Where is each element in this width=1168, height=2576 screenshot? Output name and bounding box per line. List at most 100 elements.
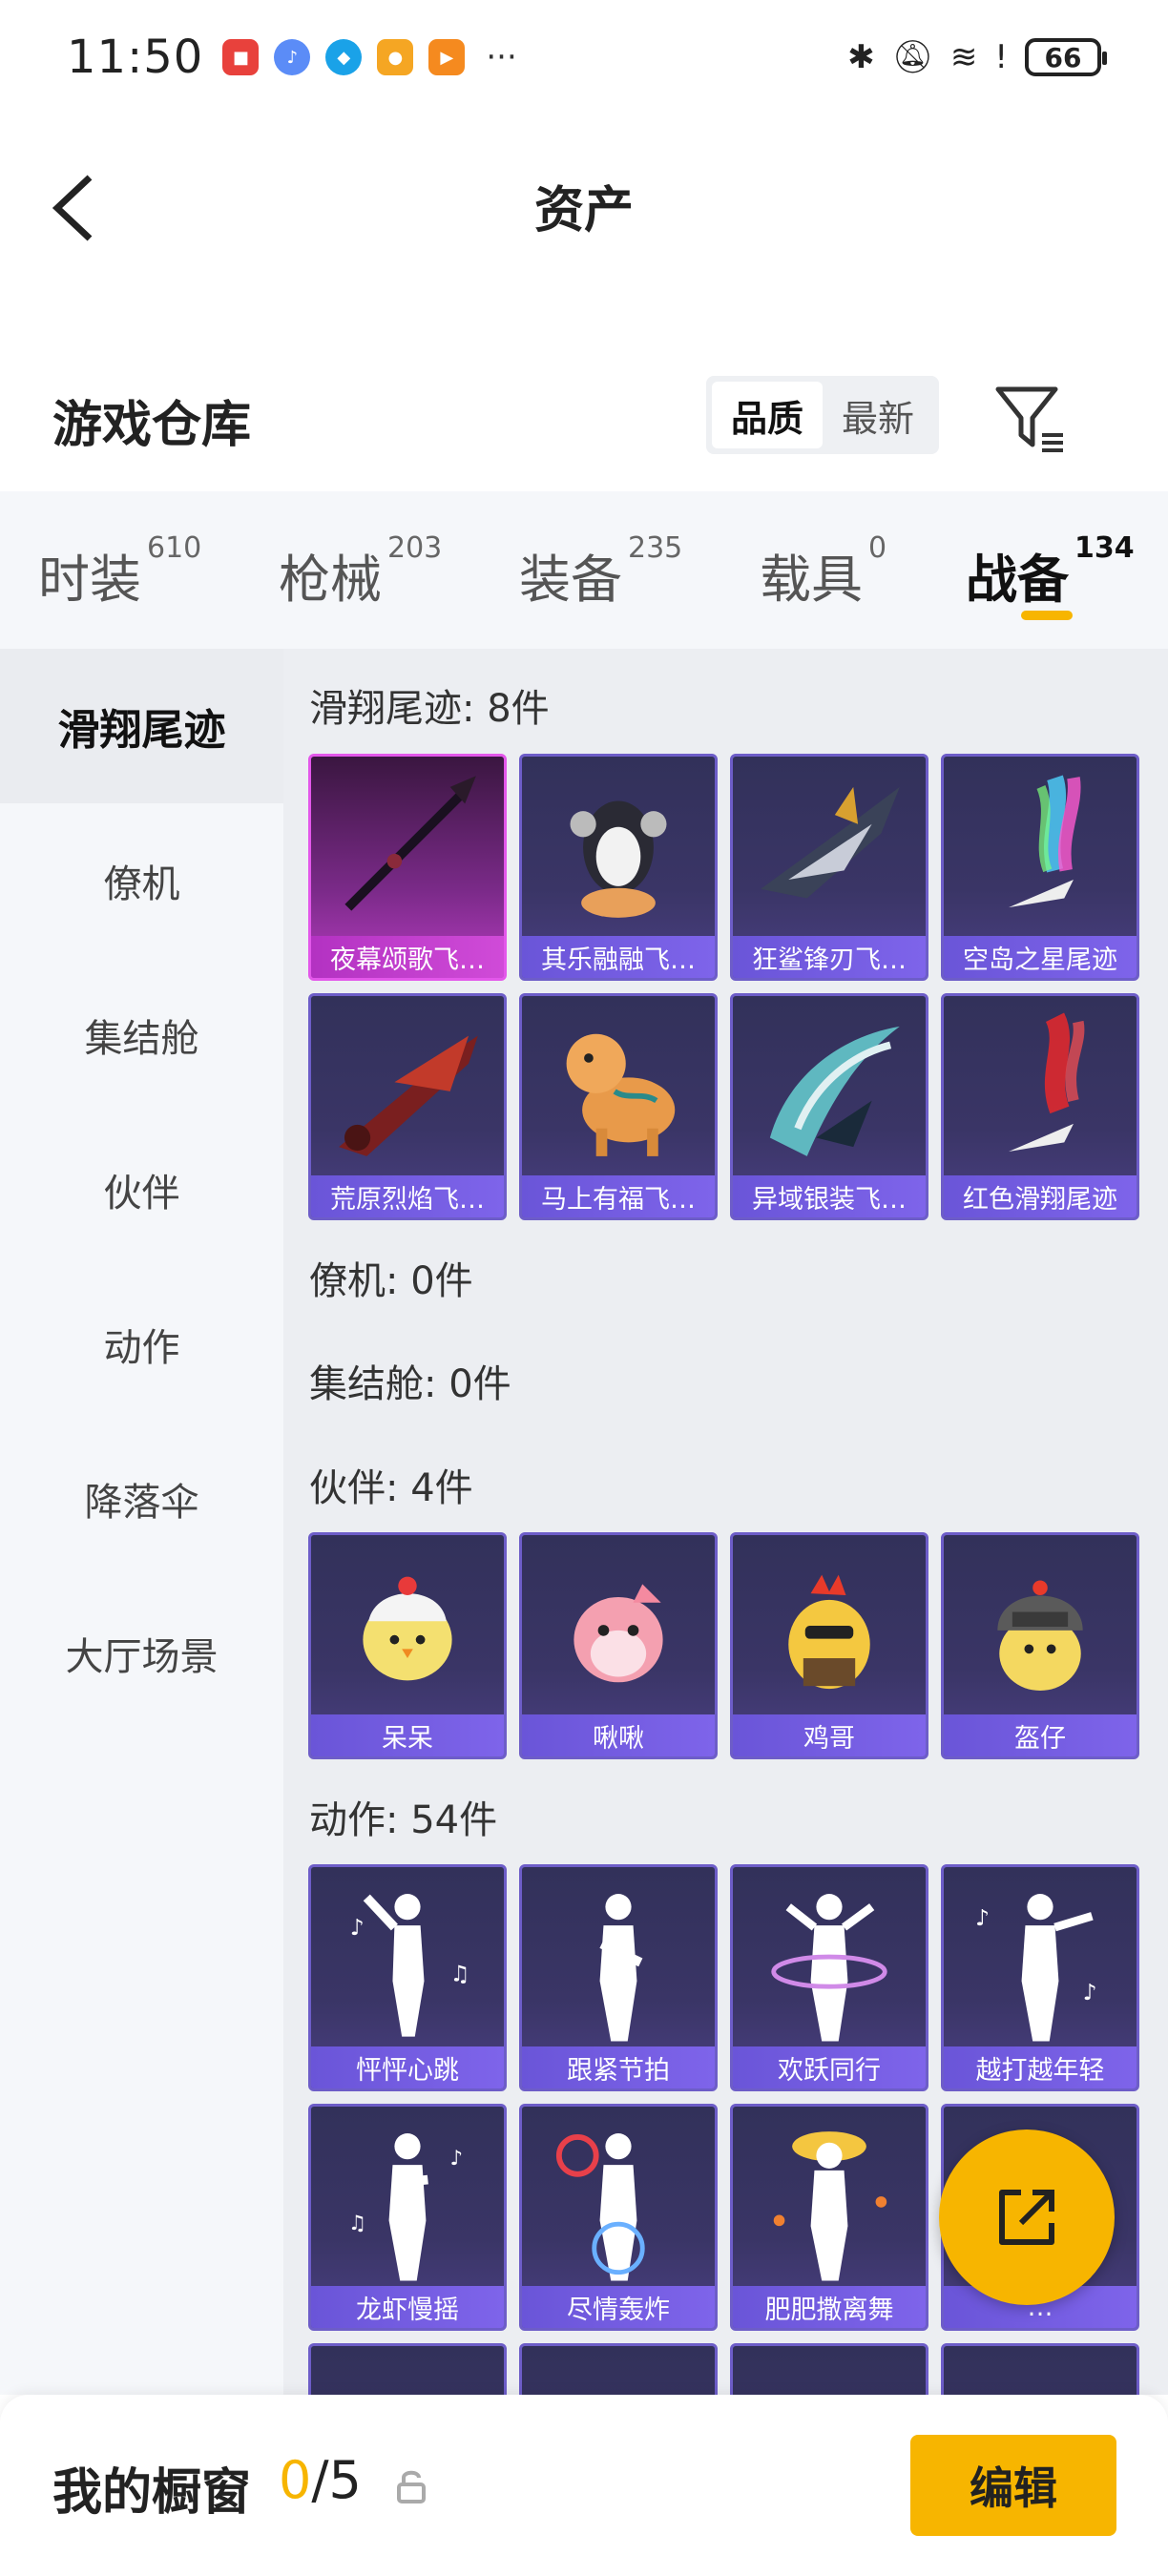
tab-label: 装备 — [519, 550, 622, 610]
item-card[interactable] — [308, 2343, 507, 2395]
system-icons: ✱ 🔕︎ ≋ ! 66 — [847, 38, 1107, 76]
dancer-art-icon: ♪♫ — [348, 2133, 464, 2281]
item-name: 欢跃同行 — [733, 2046, 926, 2088]
category-tabs: 时装610 枪械203 装备235 载具0 战备134 — [0, 491, 1168, 649]
item-card[interactable]: 马上有福飞… — [519, 993, 718, 1220]
side-menu: 滑翔尾迹 僚机 集结舱 伙伴 动作 降落伞 大厅场景 — [0, 649, 283, 2395]
side-item-glide-trail[interactable]: 滑翔尾迹 — [0, 649, 283, 803]
item-card[interactable]: 尽情轰炸 — [519, 2104, 718, 2331]
item-card[interactable] — [519, 2343, 718, 2395]
penguin-art-icon — [570, 800, 667, 918]
spear-art-icon — [344, 776, 476, 911]
side-item-parachute[interactable]: 降落伞 — [0, 1422, 283, 1576]
coffee-app-icon: ● — [377, 39, 414, 75]
item-card[interactable]: 空岛之星尾迹 — [941, 754, 1139, 981]
section-title-emote: 动作: 54件 — [309, 1798, 498, 1842]
dancer-art-icon — [773, 2131, 887, 2281]
back-arrow-icon[interactable] — [48, 170, 115, 246]
tab-label: 枪械 — [279, 550, 382, 610]
item-card[interactable]: 荒原烈焰飞… — [308, 993, 507, 1220]
item-card[interactable]: 夜幕颂歌飞… — [308, 754, 507, 981]
tab-vehicles[interactable]: 载具0 — [760, 531, 886, 613]
svg-text:♫: ♫ — [450, 1961, 470, 1986]
bluetooth-icon: ✱ — [847, 38, 875, 76]
status-time: 11:50 — [67, 31, 204, 84]
item-card[interactable]: 肥肥撒离舞 — [730, 2104, 928, 2331]
side-item-emote[interactable]: 动作 — [0, 1267, 283, 1422]
sort-quality-button[interactable]: 品质 — [712, 382, 823, 448]
showcase-label: 我的橱窗 — [52, 2464, 252, 2522]
rainbow-trail-art-icon — [1008, 775, 1081, 908]
item-name: 龙虾慢摇 — [311, 2286, 504, 2328]
item-card[interactable]: 欢跃同行 — [730, 1864, 928, 2091]
svg-text:♪: ♪ — [450, 2147, 464, 2171]
item-card[interactable]: ♪ ♫ 怦怦心跳 — [308, 1864, 507, 2091]
edit-button[interactable]: 编辑 — [910, 2435, 1116, 2536]
svg-text:♪: ♪ — [975, 1905, 990, 1931]
item-name: 狂鲨锋刃飞… — [733, 936, 926, 978]
side-item-rally-pod[interactable]: 集结舱 — [0, 958, 283, 1112]
tab-count: 203 — [387, 531, 443, 565]
item-card[interactable]: 鸡哥 — [730, 1532, 928, 1759]
item-card[interactable]: 啾啾 — [519, 1532, 718, 1759]
warehouse-title: 游戏仓库 — [52, 396, 252, 454]
video-app-icon: ▶ — [428, 39, 466, 75]
item-card[interactable] — [730, 2343, 928, 2395]
item-name: 尽情轰炸 — [522, 2286, 715, 2328]
horse-art-icon — [566, 1033, 676, 1156]
item-name: 肥肥撒离舞 — [733, 2286, 926, 2328]
item-name: 夜幕颂歌飞… — [311, 936, 504, 978]
mute-bell-icon: 🔕︎ — [891, 38, 933, 76]
svg-text:♪: ♪ — [350, 1915, 365, 1941]
side-item-partner[interactable]: 伙伴 — [0, 1112, 283, 1267]
item-card[interactable]: 盔仔 — [941, 1532, 1139, 1759]
share-fab-button[interactable] — [939, 2129, 1115, 2305]
item-name: 异域银装飞… — [733, 1175, 926, 1217]
notification-app-icons: ■ ♪ ◆ ● ▶ ··· — [222, 38, 517, 76]
partner-grid: 呆呆 啾啾 鸡哥 盔仔 — [308, 1532, 1139, 1759]
side-item-lobby-scene[interactable]: 大厅场景 — [0, 1576, 283, 1731]
nav-bar: 资产 — [0, 143, 1168, 267]
showcase-count-current: 0 — [279, 2450, 312, 2510]
item-name: 呆呆 — [311, 1714, 504, 1756]
more-notifications-icon: ··· — [486, 38, 517, 76]
filter-icon[interactable] — [992, 382, 1069, 458]
item-card[interactable]: 呆呆 — [308, 1532, 507, 1759]
item-name: 盔仔 — [944, 1714, 1137, 1756]
side-item-wingman[interactable]: 僚机 — [0, 803, 283, 958]
dancer-art-icon: ♪♪ — [975, 1894, 1097, 2042]
tab-equipment[interactable]: 装备235 — [519, 531, 682, 613]
section-title-pod: 集结舱: 0件 — [309, 1362, 511, 1406]
sort-newest-button[interactable]: 最新 — [823, 382, 933, 448]
active-tab-indicator — [1021, 611, 1073, 620]
battery-icon: 66 — [1025, 38, 1107, 76]
tab-firearms[interactable]: 枪械203 — [279, 531, 442, 613]
item-name: 鸡哥 — [733, 1714, 926, 1756]
item-card[interactable] — [941, 2343, 1139, 2395]
showcase-bar: 我的橱窗 0/5 编辑 — [0, 2395, 1168, 2576]
tab-label: 战备 — [966, 550, 1069, 610]
svg-text:♫: ♫ — [348, 2212, 366, 2235]
item-card[interactable]: 红色滑翔尾迹 — [941, 993, 1139, 1220]
helmet-chick-art-icon — [997, 1580, 1083, 1692]
flame-glider-art-icon — [339, 1035, 478, 1156]
chick-art-icon — [363, 1576, 452, 1681]
share-external-icon — [999, 2190, 1054, 2245]
dancer-art-icon — [555, 2133, 645, 2281]
tab-battle-prep[interactable]: 战备134 — [966, 531, 1135, 613]
item-card[interactable]: ♪ ♫ 龙虾慢摇 — [308, 2104, 507, 2331]
dancer-art-icon — [771, 1894, 887, 2042]
svg-text:♪: ♪ — [1083, 1980, 1097, 2005]
item-card[interactable]: 异域银装飞… — [730, 993, 928, 1220]
shark-art-icon — [761, 786, 900, 899]
lock-icon — [397, 2470, 426, 2503]
item-card[interactable]: 跟紧节拍 — [519, 1864, 718, 2091]
item-card[interactable]: 其乐融融飞… — [519, 754, 718, 981]
item-name: 马上有福飞… — [522, 1175, 715, 1217]
item-card[interactable]: ♪ ♪ 越打越年轻 — [941, 1864, 1139, 2091]
tab-fashion[interactable]: 时装610 — [38, 531, 201, 613]
section-title-wingman: 僚机: 0件 — [309, 1259, 473, 1303]
item-card[interactable]: 狂鲨锋刃飞… — [730, 754, 928, 981]
wifi-icon: ≋ — [949, 38, 978, 76]
tab-label: 载具 — [760, 550, 863, 610]
